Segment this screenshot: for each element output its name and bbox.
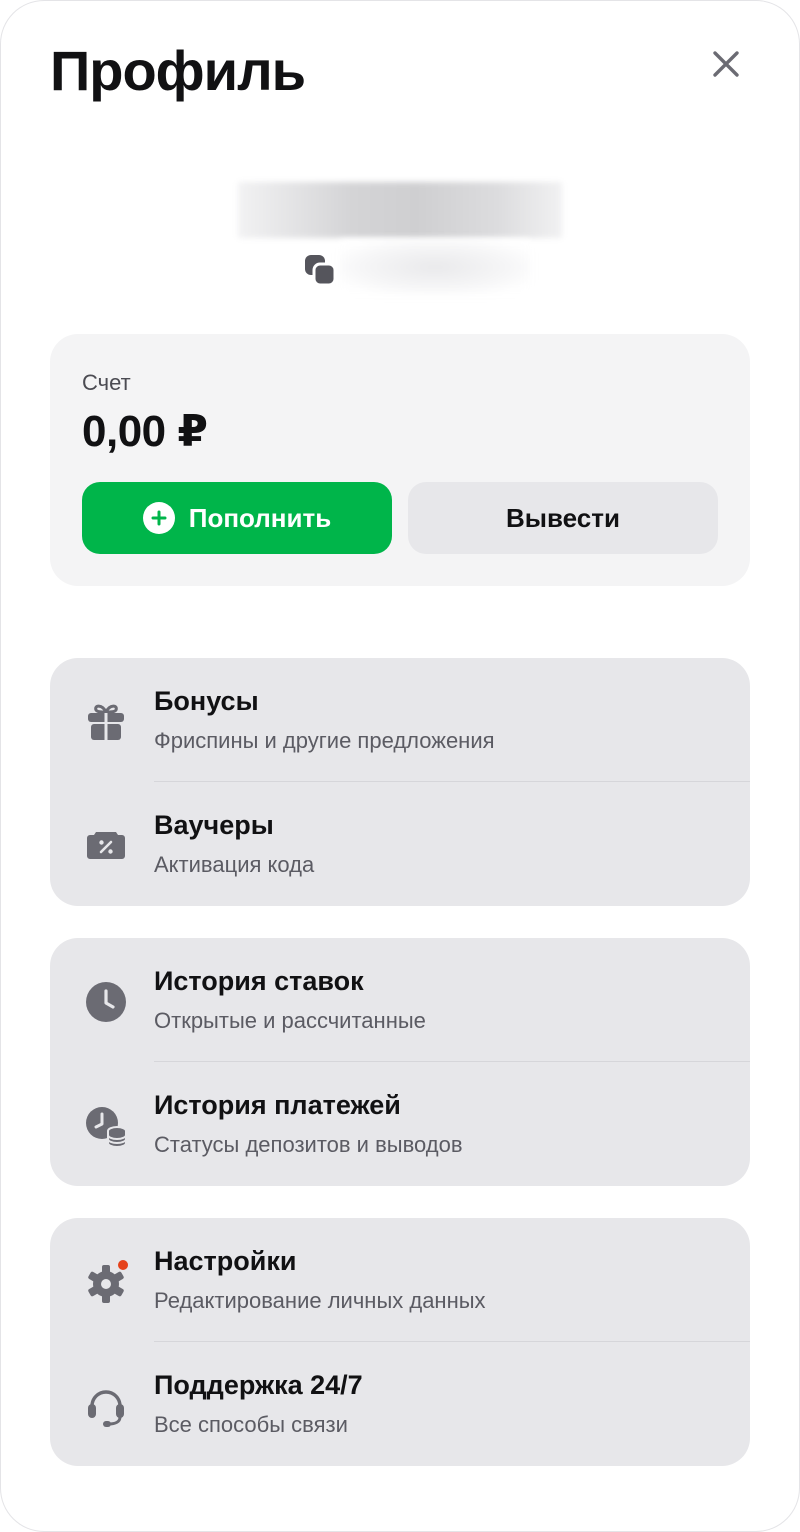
balance-label: Счет	[82, 370, 131, 395]
menu-group-promotions: Бонусы Фриспины и другие предложения Вау…	[50, 658, 750, 906]
menu-item-subtitle: Статусы депозитов и выводов	[154, 1132, 463, 1157]
balance-card: Счет 0,00 ₽ Пополнить Вывести	[50, 334, 750, 586]
notification-dot	[116, 1258, 130, 1272]
voucher-icon	[82, 822, 130, 870]
menu-item-support[interactable]: Поддержка 24/7 Все способы связи	[50, 1342, 750, 1466]
user-info	[0, 170, 800, 320]
payment-history-icon	[82, 1102, 130, 1150]
menu-item-title: История ставок	[154, 966, 364, 996]
close-icon	[713, 51, 739, 77]
topup-label: Пополнить	[188, 502, 332, 533]
menu-item-subtitle: Открытые и рассчитанные	[154, 1008, 426, 1033]
menu-item-subtitle: Фриспины и другие предложения	[154, 728, 495, 753]
profile-panel: Профиль Счет 0,00 ₽ Пополнить Вывести Бо…	[0, 0, 800, 1532]
gear-icon	[82, 1258, 130, 1306]
menu-item-title: История платежей	[154, 1090, 401, 1120]
withdraw-label: Вывести	[506, 502, 620, 533]
user-name-redacted	[238, 182, 562, 238]
balance-amount: 0,00 ₽	[82, 407, 208, 456]
menu-group-history: История ставок Открытые и рассчитанные И…	[50, 938, 750, 1186]
menu-item-title: Настройки	[154, 1246, 297, 1276]
menu-group-settings: Настройки Редактирование личных данных П…	[50, 1218, 750, 1466]
menu-item-title: Ваучеры	[154, 810, 274, 840]
user-id-redacted	[340, 240, 530, 294]
plus-icon	[142, 502, 175, 534]
page-title: Профиль	[50, 39, 306, 102]
headset-icon	[82, 1382, 130, 1430]
clock-icon	[82, 978, 130, 1026]
menu-item-title: Бонусы	[154, 686, 259, 716]
close-button[interactable]	[702, 40, 750, 88]
menu-item-bonuses[interactable]: Бонусы Фриспины и другие предложения	[50, 658, 750, 782]
copy-id-button[interactable]	[300, 250, 340, 290]
menu-item-vouchers[interactable]: Ваучеры Активация кода	[50, 782, 750, 906]
menu-item-subtitle: Редактирование личных данных	[154, 1288, 486, 1313]
menu-item-bet-history[interactable]: История ставок Открытые и рассчитанные	[50, 938, 750, 1062]
menu-item-subtitle: Активация кода	[154, 852, 315, 877]
menu-item-subtitle: Все способы связи	[154, 1412, 348, 1437]
copy-icon	[305, 255, 337, 287]
menu-item-settings[interactable]: Настройки Редактирование личных данных	[50, 1218, 750, 1342]
topup-button[interactable]: Пополнить	[82, 482, 392, 554]
menu-item-payment-history[interactable]: История платежей Статусы депозитов и выв…	[50, 1062, 750, 1186]
withdraw-button[interactable]: Вывести	[408, 482, 718, 554]
menu-item-title: Поддержка 24/7	[154, 1370, 363, 1400]
gift-icon	[82, 698, 130, 746]
